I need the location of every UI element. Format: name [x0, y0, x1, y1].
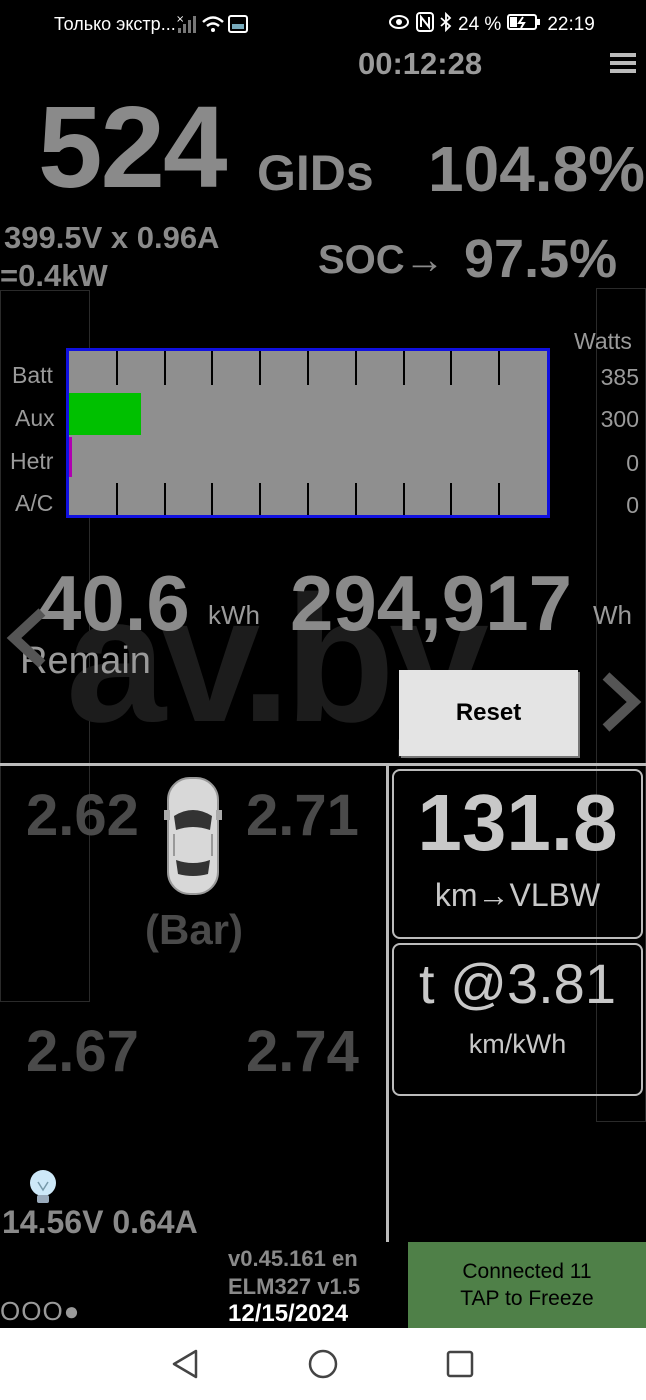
eye-icon	[388, 13, 410, 37]
range-value: 131.8	[417, 778, 618, 867]
row-value-ac: 0	[626, 492, 639, 518]
row-value-aux: 300	[600, 406, 639, 432]
gauge-tick-top	[403, 351, 405, 385]
adapter-version: ELM327 v1.5	[228, 1274, 361, 1299]
signal-icon: ×	[176, 12, 248, 41]
battery-charging-icon	[507, 13, 541, 37]
svg-text:×: ×	[176, 14, 184, 25]
tire-front-left: 2.62	[26, 783, 139, 848]
vertical-divider	[386, 766, 389, 1242]
gauge-tick-bottom	[450, 483, 452, 515]
row-value-batt: 385	[600, 364, 639, 390]
gauge-tick-bottom	[259, 483, 261, 515]
tire-rear-left: 2.67	[26, 1019, 139, 1084]
heater-power-bar	[69, 437, 72, 477]
tire-unit: (Bar)	[145, 906, 244, 953]
bluetooth-icon	[440, 11, 452, 38]
gids-percent: 104.8%	[428, 133, 646, 205]
gauge-tick-top	[164, 351, 166, 385]
gauge-tick-top	[307, 351, 309, 385]
tire-rear-right: 2.74	[246, 1019, 359, 1084]
kwh-unit: kWh	[208, 600, 260, 630]
carrier-name: Только экстр...	[54, 14, 176, 34]
watts-gauge	[66, 348, 550, 518]
soc-label: SOC→	[318, 238, 445, 282]
gauge-tick-bottom	[116, 483, 118, 515]
gauge-tick-bottom	[211, 483, 213, 515]
aux-power-bar	[69, 393, 141, 435]
reset-button[interactable]: Reset	[399, 670, 578, 756]
clock: 22:19	[547, 14, 595, 35]
gauge-tick-bottom	[307, 483, 309, 515]
soc-value: 97.5%	[464, 229, 618, 289]
back-icon[interactable]	[170, 1348, 200, 1385]
system-navigation-bar	[0, 1328, 646, 1400]
gauge-tick-bottom	[164, 483, 166, 515]
pack-power: =0.4kW	[0, 258, 108, 293]
range-label: km→VLBW	[434, 877, 601, 913]
gids-unit: GIDs	[257, 145, 374, 201]
gauge-tick-top	[450, 351, 452, 385]
aux-battery-reading: 14.56V 0.64A	[2, 1204, 198, 1240]
row-label-hetr: Hetr	[10, 448, 54, 474]
row-label-aux: Aux	[15, 405, 55, 431]
efficiency-label: km/kWh	[468, 1029, 567, 1059]
gids-value: 524	[38, 82, 228, 212]
connection-status: Connected 11	[462, 1260, 592, 1283]
prev-arrow-icon[interactable]	[6, 608, 50, 673]
total-wh: 294,917	[290, 559, 572, 647]
gauge-tick-top	[259, 351, 261, 385]
app-version: v0.45.161 en	[228, 1246, 358, 1271]
wh-unit: Wh	[593, 600, 632, 630]
gauge-tick-bottom	[498, 483, 500, 515]
freeze-hint: TAP to Freeze	[460, 1287, 594, 1310]
row-value-hetr: 0	[626, 450, 639, 476]
recents-icon[interactable]	[446, 1350, 474, 1383]
next-arrow-icon[interactable]	[598, 672, 642, 737]
nfc-icon	[416, 12, 434, 38]
connection-freeze-button[interactable]: Connected 11 TAP to Freeze	[408, 1242, 646, 1328]
page-indicator-dots: OOO●	[0, 1296, 81, 1326]
horizontal-divider	[0, 763, 646, 766]
gauge-tick-top	[211, 351, 213, 385]
tire-front-right: 2.71	[246, 783, 359, 848]
home-icon[interactable]	[307, 1348, 339, 1385]
status-bar: Только экстр... × 24 % 22:19	[0, 0, 646, 48]
efficiency-box: t @3.81 km/kWh	[392, 943, 643, 1096]
hamburger-menu-icon[interactable]	[610, 52, 636, 79]
gauge-tick-top	[498, 351, 500, 385]
gauge-tick-bottom	[355, 483, 357, 515]
gauge-tick-top	[116, 351, 118, 385]
watts-header: Watts	[574, 328, 632, 354]
gauge-tick-top	[355, 351, 357, 385]
pack-volt-amp: 399.5V x 0.96A	[4, 220, 220, 255]
car-top-view-icon	[162, 774, 224, 903]
remain-kwh: 40.6	[38, 559, 190, 647]
range-box: 131.8 km→VLBW	[392, 769, 643, 939]
row-label-batt: Batt	[12, 362, 53, 388]
elapsed-timer: 00:12:28	[358, 46, 483, 81]
efficiency-value: t @3.81	[419, 952, 616, 1015]
date: 12/15/2024	[228, 1300, 349, 1327]
status-right: 24 % 22:19	[388, 11, 595, 38]
battery-percent: 24 %	[458, 14, 502, 35]
gauge-tick-bottom	[403, 483, 405, 515]
row-label-ac: A/C	[15, 490, 54, 516]
